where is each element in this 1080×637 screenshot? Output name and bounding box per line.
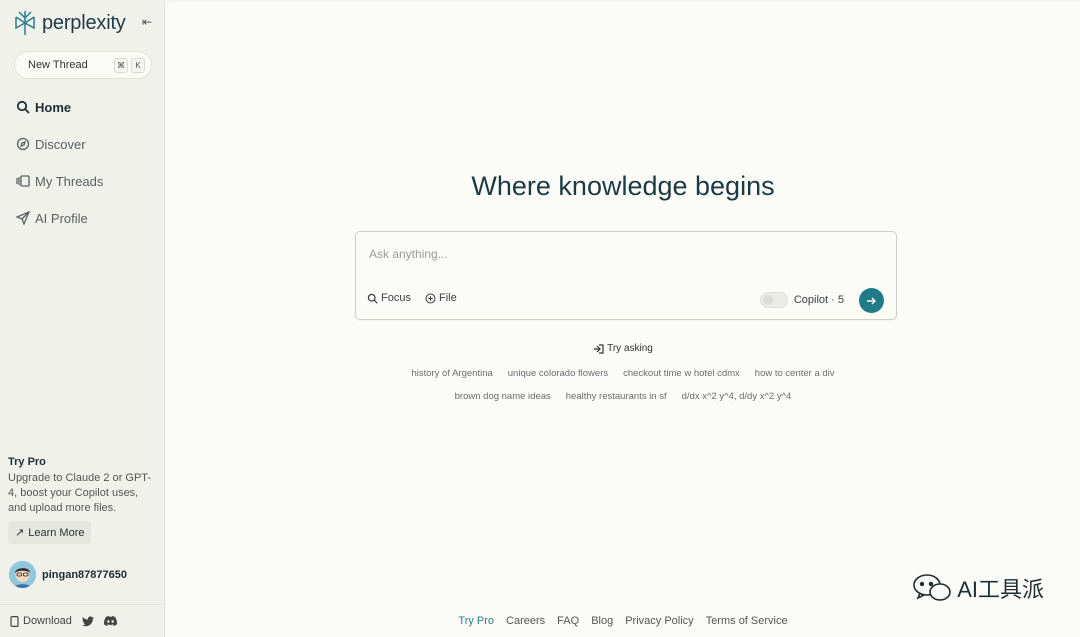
try-asking-label: Try asking	[607, 343, 653, 354]
suggestions-row-1: history of Argentina unique colorado flo…	[166, 368, 1080, 379]
search-input[interactable]: Ask anything...	[369, 247, 448, 261]
logo[interactable]: perplexity	[14, 10, 126, 36]
enter-arrow-icon	[594, 343, 604, 354]
suggestion[interactable]: brown dog name ideas	[455, 391, 551, 402]
learn-more-label: Learn More	[28, 526, 85, 539]
watermark: AI工具派	[912, 572, 1044, 604]
sidebar-footer: Download	[0, 604, 165, 637]
suggestion[interactable]: checkout time w hotel cdmx	[623, 368, 740, 379]
sidebar-item-label: Home	[35, 99, 72, 115]
footer-link-privacy[interactable]: Privacy Policy	[625, 615, 693, 627]
footer-link-blog[interactable]: Blog	[591, 615, 613, 627]
sidebar-item-ai-profile[interactable]: AI Profile	[16, 209, 103, 227]
footer-link-careers[interactable]: Careers	[506, 615, 545, 627]
threads-icon	[16, 175, 30, 187]
twitter-icon[interactable]	[81, 615, 94, 627]
download-label: Download	[23, 615, 72, 627]
arrow-right-icon	[867, 297, 876, 304]
file-label: File	[438, 292, 457, 304]
main-panel: Where knowledge begins Ask anything... F…	[166, 2, 1080, 637]
logo-text: perplexity	[42, 11, 126, 34]
focus-button[interactable]: Focus	[367, 292, 411, 304]
k-key: K	[131, 57, 145, 73]
submit-button[interactable]	[859, 288, 884, 313]
copilot-label: Copilot · 5	[793, 294, 844, 306]
promo-title: Try Pro	[8, 456, 46, 468]
download-link[interactable]: Download	[10, 615, 72, 627]
collapse-sidebar-icon[interactable]: ⇤	[142, 15, 152, 29]
suggestion[interactable]: unique colorado flowers	[508, 368, 608, 379]
pro-promo: Try Pro Upgrade to Claude 2 or GPT-4, bo…	[8, 456, 158, 544]
suggestion[interactable]: d/dx x^2 y^4, d/dy x^2 y^4	[682, 391, 792, 402]
sidebar-item-discover[interactable]: Discover	[16, 135, 103, 153]
footer-link-faq[interactable]: FAQ	[557, 615, 579, 627]
try-asking-heading: Try asking	[166, 343, 1080, 354]
wechat-icon	[913, 574, 952, 601]
search-icon	[367, 293, 378, 304]
search-tools: Focus File	[367, 292, 457, 304]
suggestions-row-2: brown dog name ideas healthy restaurants…	[166, 391, 1080, 402]
footer-link-try-pro[interactable]: Try Pro	[458, 615, 494, 627]
suggestion[interactable]: history of Argentina	[411, 368, 492, 379]
sidebar-item-label: My Threads	[35, 173, 104, 189]
user-profile[interactable]: pingan87877650	[9, 561, 127, 588]
search-icon	[16, 100, 30, 114]
file-button[interactable]: File	[425, 292, 457, 304]
page-title: Where knowledge begins	[471, 171, 775, 201]
sidebar-item-label: Discover	[35, 136, 86, 152]
arrow-up-right-icon: ↗	[15, 527, 25, 539]
sidebar-item-home[interactable]: Home	[16, 98, 103, 116]
plus-circle-icon	[425, 293, 436, 303]
phone-icon	[10, 615, 19, 627]
promo-text: Upgrade to Claude 2 or GPT-4, boost your…	[8, 472, 152, 514]
perplexity-logo-icon	[15, 11, 35, 35]
search-box[interactable]: Ask anything... Focus File Copilot · 5	[355, 231, 897, 320]
sidebar-item-label: AI Profile	[35, 210, 88, 226]
sidebar-item-my-threads[interactable]: My Threads	[16, 172, 103, 190]
send-icon	[16, 211, 30, 225]
new-thread-label: New Thread	[28, 59, 88, 71]
suggestion[interactable]: healthy restaurants in sf	[566, 391, 667, 402]
learn-more-button[interactable]: ↗ Learn More	[8, 521, 92, 544]
sidebar: perplexity ⇤ New Thread ⌘ K Home Discove…	[0, 0, 165, 637]
avatar-face-icon	[9, 561, 36, 588]
username: pingan87877650	[42, 568, 127, 581]
discord-icon[interactable]	[103, 616, 117, 626]
compass-icon	[16, 137, 30, 151]
footer-link-terms[interactable]: Terms of Service	[706, 615, 788, 627]
copilot-toggle[interactable]	[759, 292, 788, 308]
sidebar-nav: Home Discover My Threads AI Profile	[16, 98, 103, 246]
footer-links: Try Pro Careers FAQ Blog Privacy Policy …	[166, 615, 1080, 627]
avatar	[9, 561, 36, 588]
watermark-text: AI工具派	[957, 577, 1044, 602]
new-thread-button[interactable]: New Thread ⌘ K	[14, 51, 152, 79]
focus-label: Focus	[381, 292, 411, 304]
cmd-key: ⌘	[114, 57, 128, 73]
suggestion[interactable]: how to center a div	[755, 368, 835, 379]
copilot-control: Copilot · 5	[759, 292, 844, 308]
